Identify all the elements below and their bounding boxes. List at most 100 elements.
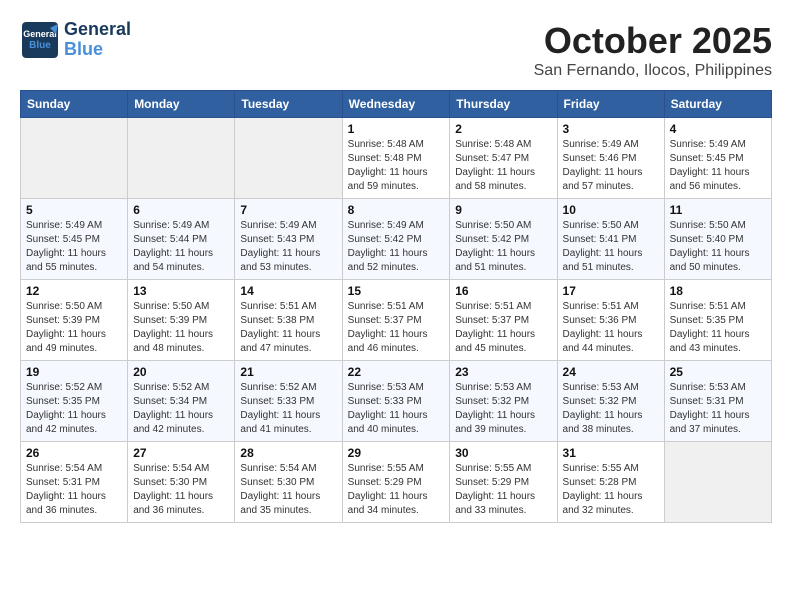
day-info: Sunrise: 5:51 AM Sunset: 5:37 PM Dayligh…	[348, 300, 445, 356]
day-info: Sunrise: 5:52 AM Sunset: 5:35 PM Dayligh…	[26, 381, 122, 437]
day-number: 1	[348, 122, 445, 136]
calendar-cell	[235, 118, 342, 199]
day-number: 8	[348, 203, 445, 217]
calendar-header-row: SundayMondayTuesdayWednesdayThursdayFrid…	[21, 91, 772, 118]
day-info: Sunrise: 5:53 AM Sunset: 5:32 PM Dayligh…	[563, 381, 659, 437]
day-info: Sunrise: 5:50 AM Sunset: 5:39 PM Dayligh…	[133, 300, 229, 356]
day-number: 31	[563, 446, 659, 460]
logo-text: General Blue	[64, 20, 131, 60]
day-info: Sunrise: 5:54 AM Sunset: 5:30 PM Dayligh…	[240, 462, 336, 518]
calendar-cell: 28 Sunrise: 5:54 AM Sunset: 5:30 PM Dayli…	[235, 442, 342, 523]
calendar-table: SundayMondayTuesdayWednesdayThursdayFrid…	[20, 90, 772, 523]
day-info: Sunrise: 5:53 AM Sunset: 5:32 PM Dayligh…	[455, 381, 551, 437]
calendar-cell	[128, 118, 235, 199]
day-number: 24	[563, 365, 659, 379]
day-number: 27	[133, 446, 229, 460]
day-info: Sunrise: 5:52 AM Sunset: 5:33 PM Dayligh…	[240, 381, 336, 437]
svg-text:Blue: Blue	[29, 40, 51, 51]
day-number: 28	[240, 446, 336, 460]
day-number: 25	[670, 365, 766, 379]
calendar-cell: 18Sunrise: 5:51 AM Sunset: 5:35 PM Dayli…	[664, 280, 771, 361]
day-number: 29	[348, 446, 445, 460]
calendar-week-row: 12 Sunrise: 5:50 AM Sunset: 5:39 PM Dayli…	[21, 280, 772, 361]
calendar-week-row: 26Sunrise: 5:54 AM Sunset: 5:31 PM Dayli…	[21, 442, 772, 523]
calendar-cell: 24 Sunrise: 5:53 AM Sunset: 5:32 PM Dayli…	[557, 361, 664, 442]
day-number: 19	[26, 365, 122, 379]
calendar-cell: 8 Sunrise: 5:49 AM Sunset: 5:42 PM Daylig…	[342, 199, 450, 280]
calendar-cell: 2 Sunrise: 5:48 AM Sunset: 5:47 PM Daylig…	[450, 118, 557, 199]
day-number: 30	[455, 446, 551, 460]
calendar-cell: 3Sunrise: 5:49 AM Sunset: 5:46 PM Daylig…	[557, 118, 664, 199]
calendar-cell: 26Sunrise: 5:54 AM Sunset: 5:31 PM Dayli…	[21, 442, 128, 523]
page-header: General Blue General Blue October 2025 S…	[20, 20, 772, 80]
day-number: 15	[348, 284, 445, 298]
calendar-cell: 6Sunrise: 5:49 AM Sunset: 5:44 PM Daylig…	[128, 199, 235, 280]
day-info: Sunrise: 5:48 AM Sunset: 5:48 PM Dayligh…	[348, 138, 445, 194]
day-number: 20	[133, 365, 229, 379]
calendar-cell: 7 Sunrise: 5:49 AM Sunset: 5:43 PM Daylig…	[235, 199, 342, 280]
calendar-cell: 22 Sunrise: 5:53 AM Sunset: 5:33 PM Dayli…	[342, 361, 450, 442]
day-number: 26	[26, 446, 122, 460]
svg-text:General: General	[23, 29, 57, 39]
calendar-cell: 9Sunrise: 5:50 AM Sunset: 5:42 PM Daylig…	[450, 199, 557, 280]
day-info: Sunrise: 5:50 AM Sunset: 5:41 PM Dayligh…	[563, 219, 659, 275]
title-block: October 2025 San Fernando, Ilocos, Phili…	[534, 20, 772, 80]
day-info: Sunrise: 5:49 AM Sunset: 5:42 PM Dayligh…	[348, 219, 445, 275]
calendar-cell: 27Sunrise: 5:54 AM Sunset: 5:30 PM Dayli…	[128, 442, 235, 523]
day-number: 3	[563, 122, 659, 136]
calendar-week-row: 19 Sunrise: 5:52 AM Sunset: 5:35 PM Dayli…	[21, 361, 772, 442]
calendar-cell: 23 Sunrise: 5:53 AM Sunset: 5:32 PM Dayli…	[450, 361, 557, 442]
day-info: Sunrise: 5:55 AM Sunset: 5:29 PM Dayligh…	[348, 462, 445, 518]
day-info: Sunrise: 5:50 AM Sunset: 5:40 PM Dayligh…	[670, 219, 766, 275]
calendar-cell: 12 Sunrise: 5:50 AM Sunset: 5:39 PM Dayli…	[21, 280, 128, 361]
calendar-cell: 13 Sunrise: 5:50 AM Sunset: 5:39 PM Dayli…	[128, 280, 235, 361]
day-number: 23	[455, 365, 551, 379]
day-number: 16	[455, 284, 551, 298]
calendar-cell: 30 Sunrise: 5:55 AM Sunset: 5:29 PM Dayli…	[450, 442, 557, 523]
day-info: Sunrise: 5:51 AM Sunset: 5:38 PM Dayligh…	[240, 300, 336, 356]
weekday-header: Sunday	[21, 91, 128, 118]
day-info: Sunrise: 5:49 AM Sunset: 5:45 PM Dayligh…	[670, 138, 766, 194]
day-info: Sunrise: 5:53 AM Sunset: 5:31 PM Dayligh…	[670, 381, 766, 437]
day-number: 21	[240, 365, 336, 379]
weekday-header: Monday	[128, 91, 235, 118]
weekday-header: Friday	[557, 91, 664, 118]
weekday-header: Tuesday	[235, 91, 342, 118]
day-number: 4	[670, 122, 766, 136]
weekday-header: Saturday	[664, 91, 771, 118]
day-info: Sunrise: 5:49 AM Sunset: 5:43 PM Dayligh…	[240, 219, 336, 275]
calendar-cell: 15 Sunrise: 5:51 AM Sunset: 5:37 PM Dayli…	[342, 280, 450, 361]
calendar-cell: 11Sunrise: 5:50 AM Sunset: 5:40 PM Dayli…	[664, 199, 771, 280]
day-info: Sunrise: 5:53 AM Sunset: 5:33 PM Dayligh…	[348, 381, 445, 437]
calendar-cell: 25 Sunrise: 5:53 AM Sunset: 5:31 PM Dayli…	[664, 361, 771, 442]
day-number: 2	[455, 122, 551, 136]
calendar-cell: 14 Sunrise: 5:51 AM Sunset: 5:38 PM Dayli…	[235, 280, 342, 361]
day-number: 12	[26, 284, 122, 298]
logo-line1: General	[64, 20, 131, 40]
day-info: Sunrise: 5:55 AM Sunset: 5:29 PM Dayligh…	[455, 462, 551, 518]
calendar-cell: 17 Sunrise: 5:51 AM Sunset: 5:36 PM Dayli…	[557, 280, 664, 361]
calendar-cell: 20 Sunrise: 5:52 AM Sunset: 5:34 PM Dayli…	[128, 361, 235, 442]
calendar-cell: 10Sunrise: 5:50 AM Sunset: 5:41 PM Dayli…	[557, 199, 664, 280]
day-info: Sunrise: 5:49 AM Sunset: 5:45 PM Dayligh…	[26, 219, 122, 275]
location: San Fernando, Ilocos, Philippines	[534, 62, 772, 80]
day-info: Sunrise: 5:50 AM Sunset: 5:39 PM Dayligh…	[26, 300, 122, 356]
day-info: Sunrise: 5:51 AM Sunset: 5:37 PM Dayligh…	[455, 300, 551, 356]
day-number: 14	[240, 284, 336, 298]
day-info: Sunrise: 5:48 AM Sunset: 5:47 PM Dayligh…	[455, 138, 551, 194]
month-title: October 2025	[534, 20, 772, 62]
day-info: Sunrise: 5:51 AM Sunset: 5:36 PM Dayligh…	[563, 300, 659, 356]
day-number: 7	[240, 203, 336, 217]
day-number: 18	[670, 284, 766, 298]
calendar-cell: 21 Sunrise: 5:52 AM Sunset: 5:33 PM Dayli…	[235, 361, 342, 442]
calendar-cell: 5 Sunrise: 5:49 AM Sunset: 5:45 PM Daylig…	[21, 199, 128, 280]
logo-line2: Blue	[64, 40, 131, 60]
day-number: 22	[348, 365, 445, 379]
day-number: 13	[133, 284, 229, 298]
calendar-cell	[664, 442, 771, 523]
day-number: 5	[26, 203, 122, 217]
weekday-header: Wednesday	[342, 91, 450, 118]
weekday-header: Thursday	[450, 91, 557, 118]
day-number: 17	[563, 284, 659, 298]
day-info: Sunrise: 5:52 AM Sunset: 5:34 PM Dayligh…	[133, 381, 229, 437]
